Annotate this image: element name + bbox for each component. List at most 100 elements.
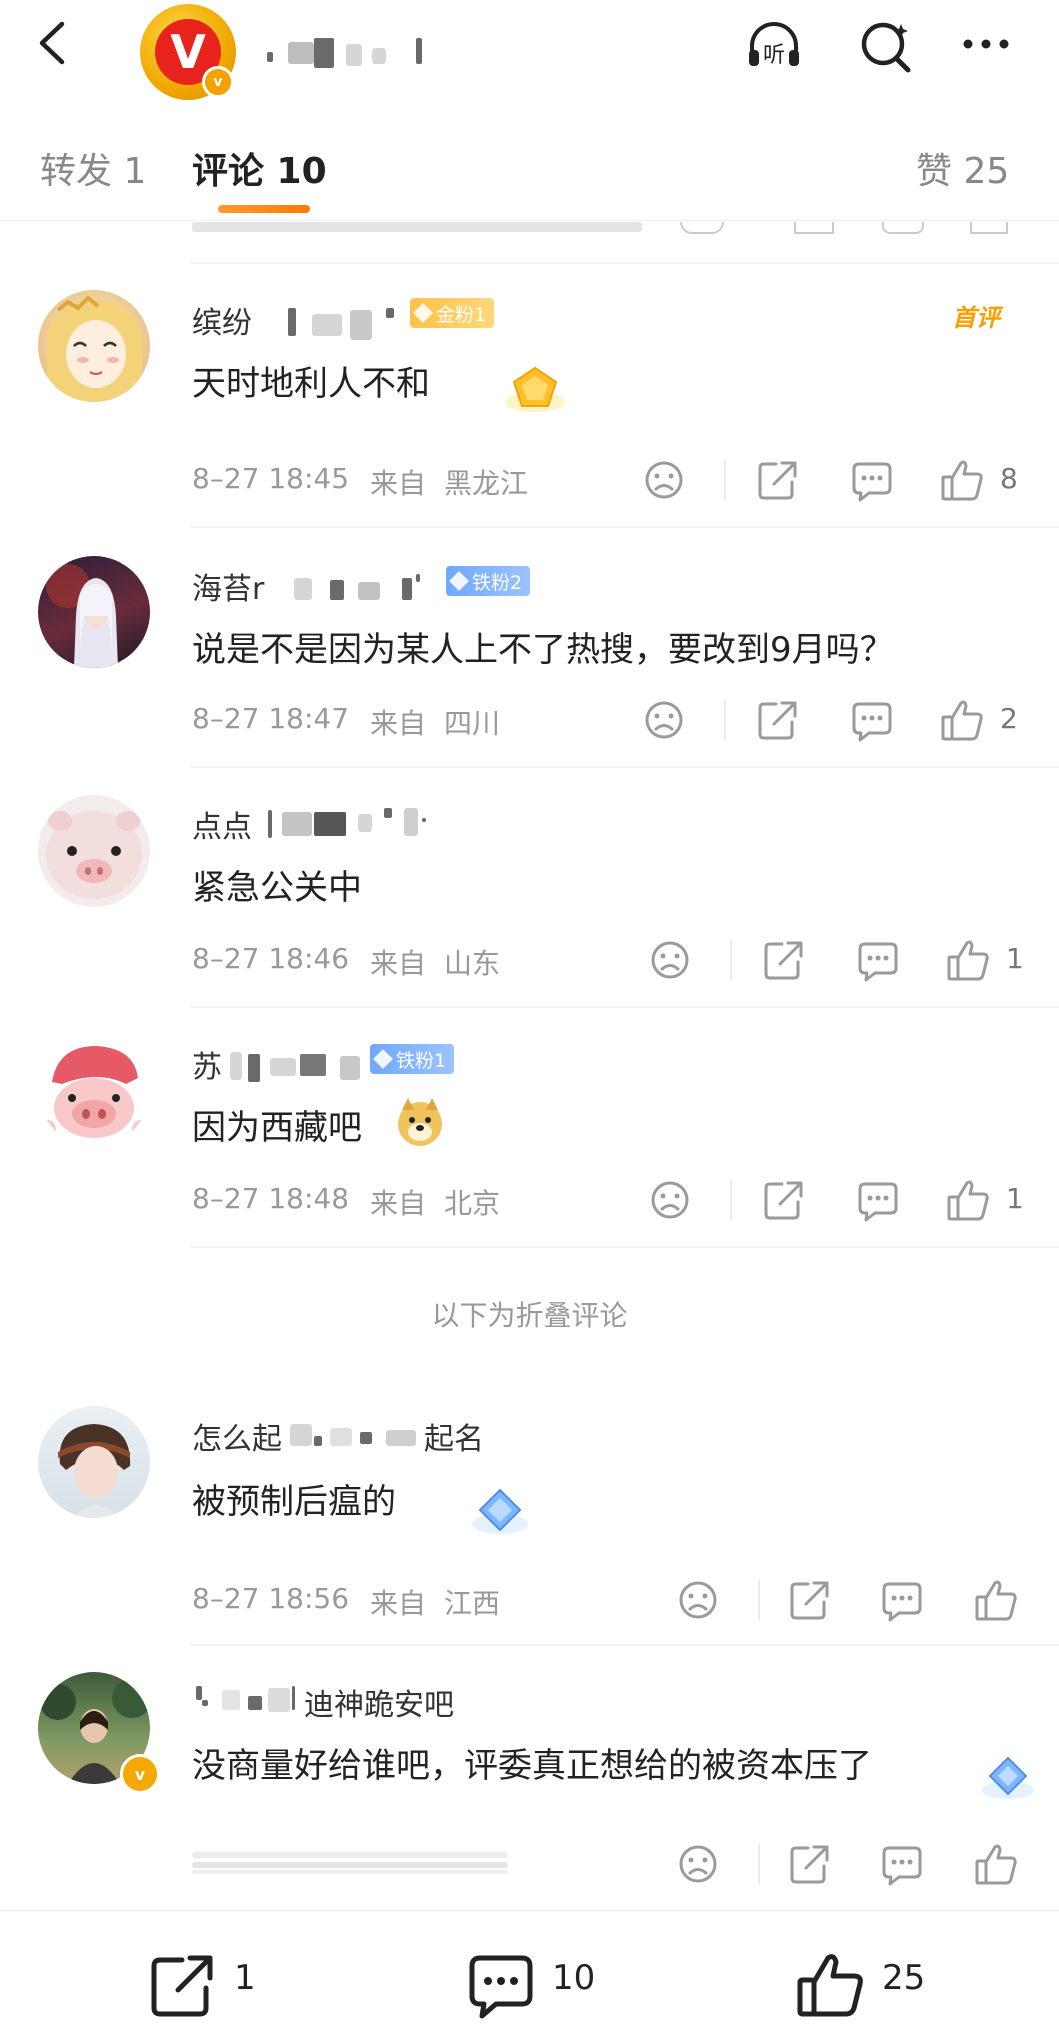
dislike-icon[interactable] (642, 698, 686, 742)
reply-icon[interactable] (856, 1178, 900, 1222)
fan-level-badge[interactable]: 金粉1 (410, 298, 495, 328)
vip-logo-avatar[interactable]: V v (140, 4, 236, 100)
comment-location: 四川 (444, 707, 501, 740)
comment-count[interactable]: 10 (552, 1958, 595, 1998)
like-thumb-icon[interactable] (940, 458, 984, 502)
first-comment-tag: 首评 (952, 304, 1000, 332)
like-thumb-icon[interactable] (946, 938, 990, 982)
avatar[interactable] (38, 1034, 150, 1146)
dislike-icon[interactable] (648, 1178, 692, 1222)
tab-comments[interactable]: 评论 10 (192, 142, 327, 194)
comment-icon[interactable] (466, 1950, 536, 2020)
search-icon[interactable] (856, 16, 916, 76)
comment-time: 8–27 18:56 (192, 1582, 350, 1615)
obscured-username (266, 804, 436, 844)
comment-username-end[interactable]: 起名 (424, 1414, 484, 1458)
like-count[interactable]: 8 (1000, 462, 1018, 495)
comment-time: 8–27 18:48 (192, 1182, 350, 1215)
comment-source-label: 来自 (370, 467, 427, 500)
repost-icon[interactable] (788, 1842, 832, 1886)
action-separator (730, 940, 732, 980)
avatar[interactable] (38, 795, 150, 907)
comment-text: 紧急公关中 (192, 868, 362, 908)
repost-count[interactable]: 1 (234, 1958, 256, 1998)
repost-icon[interactable] (756, 458, 800, 502)
comment-username[interactable]: 海苔r (192, 564, 264, 608)
avatar[interactable] (38, 556, 150, 668)
comment-source-label: 来自 (370, 1187, 427, 1220)
tab-bar (0, 100, 1059, 221)
gem-icon (373, 1049, 393, 1069)
dislike-icon[interactable] (676, 1578, 720, 1622)
reply-icon[interactable] (880, 1578, 924, 1622)
tab-likes[interactable]: 赞 25 (916, 142, 1009, 194)
repost-icon[interactable] (788, 1578, 832, 1622)
dislike-icon[interactable] (642, 458, 686, 502)
like-thumb-icon[interactable] (974, 1842, 1018, 1886)
comment-text: 没商量好给谁吧，评委真正想给的被资本压了 (192, 1746, 872, 1786)
repost-icon[interactable] (756, 698, 800, 742)
repost-icon[interactable] (762, 938, 806, 982)
more-options-icon[interactable] (956, 16, 1016, 76)
action-separator (758, 1580, 760, 1620)
repost-icon[interactable] (762, 1178, 806, 1222)
comment-username[interactable]: 缤纷 (192, 298, 252, 342)
obscured-username (192, 1680, 302, 1718)
comment-location: 北京 (444, 1187, 501, 1220)
listen-headphones-icon[interactable]: 听 (744, 16, 804, 76)
vip-gem-sticker-icon (980, 1752, 1036, 1804)
comment-location: 江西 (444, 1587, 501, 1620)
comment-username-end[interactable]: 迪神跪安吧 (304, 1680, 454, 1724)
tab-reposts[interactable]: 转发 1 (40, 142, 146, 194)
gem-icon (413, 303, 433, 323)
dislike-icon[interactable] (676, 1842, 720, 1886)
action-separator (724, 700, 726, 740)
top-bar: V v 听 (0, 0, 1059, 100)
comment-source-label: 来自 (370, 947, 427, 980)
like-thumb-icon[interactable] (796, 1950, 866, 2020)
reply-icon[interactable] (850, 458, 894, 502)
action-separator (758, 1844, 760, 1884)
comment-text: 因为西藏吧 (192, 1108, 362, 1148)
like-thumb-icon[interactable] (974, 1578, 1018, 1622)
obscured-username (262, 30, 432, 70)
comment-username[interactable]: 点点 (192, 802, 252, 846)
folded-comments-label[interactable]: 以下为折叠评论 (0, 1294, 1059, 1334)
like-thumb-icon[interactable] (946, 1178, 990, 1222)
comment-username[interactable]: 怎么起 (192, 1414, 282, 1458)
like-count[interactable]: 2 (1000, 702, 1018, 735)
reply-icon[interactable] (850, 698, 894, 742)
partial-previous-comment-meta (192, 222, 1012, 236)
comment-text: 说是不是因为某人上不了热搜，要改到9月吗？ (192, 630, 894, 670)
fan-level-badge[interactable]: 铁粉1 (370, 1044, 455, 1074)
comment-username[interactable]: 苏 (192, 1042, 222, 1086)
reply-icon[interactable] (880, 1842, 924, 1886)
obscured-username (290, 1416, 420, 1452)
badge-label: 铁粉1 (396, 1049, 447, 1072)
gem-icon (449, 571, 469, 591)
row-divider (190, 262, 1059, 264)
avatar[interactable] (38, 1406, 150, 1518)
comment-source-label: 来自 (370, 707, 427, 740)
dislike-icon[interactable] (648, 938, 692, 982)
comment-time: 8–27 18:45 (192, 462, 350, 495)
like-count[interactable]: 1 (1006, 942, 1024, 975)
comment-text: 天时地利人不和 (192, 364, 430, 404)
avatar[interactable] (38, 290, 150, 402)
badge-label: 铁粉2 (472, 571, 523, 594)
like-count[interactable]: 1 (1006, 1182, 1024, 1215)
repost-icon[interactable] (148, 1950, 218, 2020)
back-arrow-icon[interactable] (28, 18, 78, 68)
like-count[interactable]: 25 (882, 1958, 925, 1998)
action-separator (730, 1180, 732, 1220)
row-divider (190, 766, 1059, 768)
active-tab-indicator (218, 205, 310, 213)
comment-location: 黑龙江 (444, 467, 529, 500)
badge-label: 金粉1 (436, 303, 487, 326)
reply-icon[interactable] (856, 938, 900, 982)
fan-level-badge[interactable]: 铁粉2 (446, 566, 531, 596)
obscured-username (294, 572, 444, 606)
row-divider (190, 1644, 1059, 1646)
like-thumb-icon[interactable] (940, 698, 984, 742)
verified-badge-icon: v (202, 66, 234, 98)
